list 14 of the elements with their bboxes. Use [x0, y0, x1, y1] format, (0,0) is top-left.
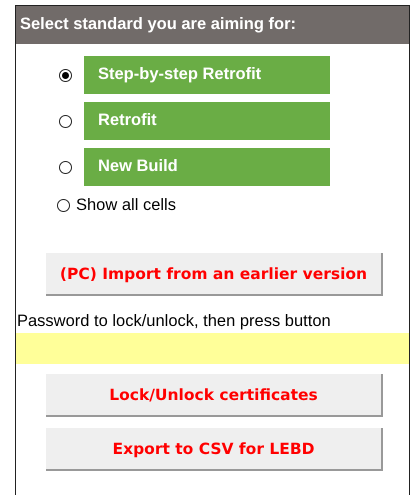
section-header: Select standard you are aiming for:: [16, 6, 409, 44]
option-label[interactable]: Step-by-step Retrofit: [84, 56, 330, 94]
password-field[interactable]: [16, 333, 409, 364]
option-label[interactable]: Retrofit: [84, 102, 330, 140]
action-button[interactable]: Lock/Unlock certificates: [46, 374, 383, 417]
password-label: Password to lock/unlock, then press button: [17, 312, 331, 331]
radio-button[interactable]: [59, 68, 72, 82]
action-button[interactable]: Export to CSV for LEBD: [46, 428, 383, 471]
option-label[interactable]: Show all cells: [76, 196, 176, 215]
option-label[interactable]: New Build: [84, 148, 330, 186]
import-button[interactable]: (PC) Import from an earlier version: [46, 253, 383, 296]
radio-button[interactable]: [59, 114, 72, 128]
radio-button[interactable]: [57, 199, 70, 212]
radio-button[interactable]: [59, 160, 72, 174]
